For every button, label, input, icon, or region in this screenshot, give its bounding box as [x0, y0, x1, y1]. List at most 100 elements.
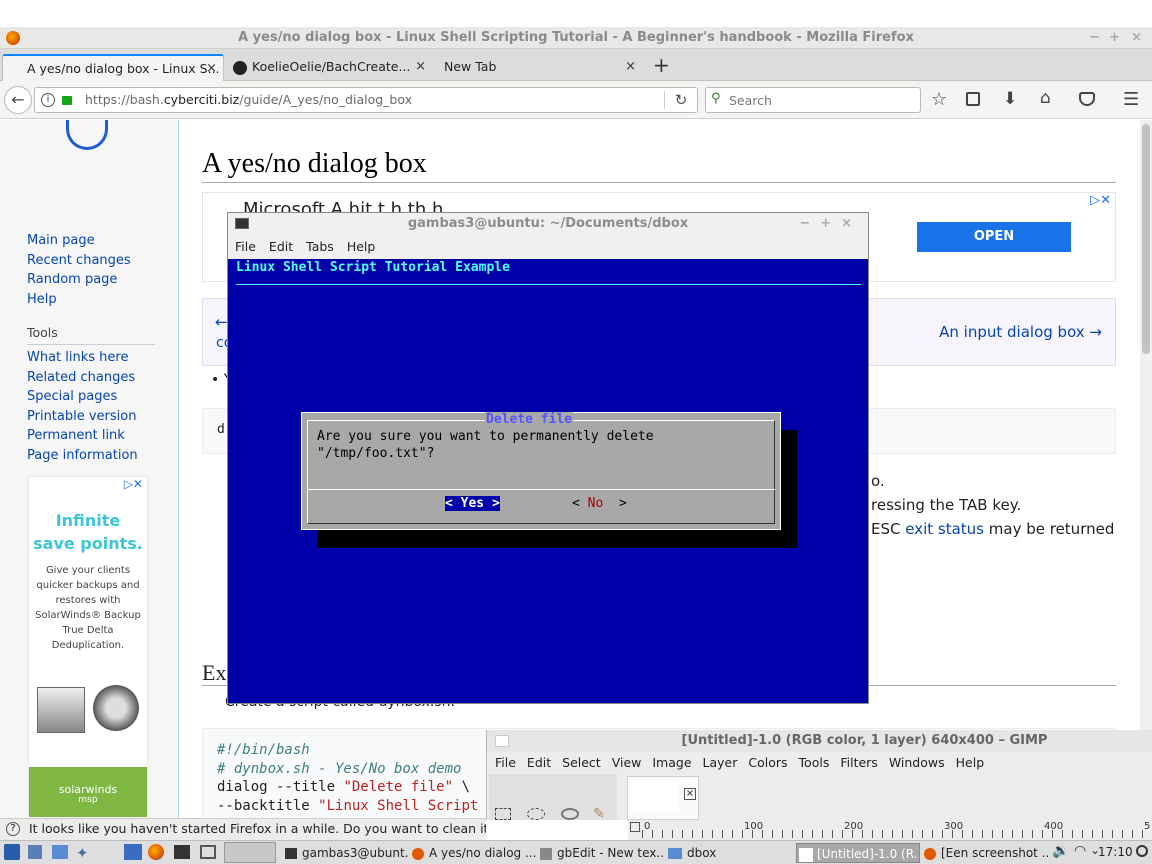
exit-status-link[interactable]: exit status	[905, 520, 984, 538]
search-box[interactable]: ⚲ Search	[705, 87, 921, 113]
sidebar-item-related-changes[interactable]: Related changes	[27, 368, 138, 388]
search-input[interactable]: Search	[729, 93, 772, 108]
taskbar-item-dbox[interactable]: dbox	[668, 843, 792, 863]
gimp-title-bar[interactable]: [Untitled]-1.0 (RGB color, 1 layer) 640x…	[487, 730, 1152, 752]
sidebar-item-special-pages[interactable]: Special pages	[27, 387, 138, 407]
lasso-tool-icon[interactable]	[561, 808, 579, 820]
terminal-menu-bar: File Edit Tabs Help	[228, 235, 868, 259]
volume-icon[interactable]: 🔉	[1052, 843, 1069, 859]
gimp-menu-edit[interactable]: Edit	[527, 755, 551, 770]
terminal-screen[interactable]: Linux Shell Script Tutorial Example Dele…	[228, 259, 868, 703]
download-icon[interactable]: ⬇	[1003, 89, 1017, 109]
tab-label: KoelieOelie/BachCreate...	[252, 59, 411, 74]
sidebar-item-recent-changes[interactable]: Recent changes	[27, 251, 131, 271]
network-icon[interactable]: ◠	[1074, 843, 1086, 859]
sidebar-item-page-information[interactable]: Page information	[27, 446, 138, 466]
file-manager-icon[interactable]	[52, 845, 68, 859]
gimp-menu-colors[interactable]: Colors	[748, 755, 787, 770]
show-desktop-icon[interactable]	[28, 845, 42, 859]
taskbar-item-firefox[interactable]: A yes/no dialog ...	[412, 843, 536, 863]
firefox-launcher-icon[interactable]	[148, 844, 164, 860]
gimp-menu-windows[interactable]: Windows	[889, 755, 945, 770]
tab-label: New Tab	[444, 59, 497, 74]
tab-active[interactable]: A yes/no dialog box - Linux S... ×	[2, 54, 224, 81]
dialog-message-line1: Are you sure you want to permanently del…	[317, 429, 654, 444]
terminal-icon	[235, 218, 249, 229]
site-logo[interactable]	[66, 120, 108, 150]
gimp-menu-filters[interactable]: Filters	[840, 755, 877, 770]
ad-choices-icon[interactable]: ▷✕	[1090, 193, 1111, 208]
fuzzy-select-tool-icon[interactable]: ✎	[593, 806, 605, 822]
hamburger-menu-icon[interactable]: ☰	[1123, 89, 1139, 110]
terminal-menu-file[interactable]: File	[235, 239, 256, 254]
close-window-button[interactable]: ×	[1131, 27, 1142, 49]
gimp-menu-file[interactable]: File	[495, 755, 516, 770]
sidebar-item-random-page[interactable]: Random page	[27, 270, 131, 290]
sidebar-item-permanent-link[interactable]: Permanent link	[27, 426, 138, 446]
power-icon[interactable]	[1136, 845, 1148, 857]
clock[interactable]: 17:10	[1098, 845, 1133, 859]
new-tab-button[interactable]: +	[653, 53, 670, 77]
page-scrollbar[interactable]	[1140, 120, 1152, 820]
pocket-icon[interactable]	[1079, 92, 1095, 106]
gimp-menu-layer[interactable]: Layer	[703, 755, 738, 770]
window-title: A yes/no dialog box - Linux Shell Script…	[238, 30, 914, 45]
gimp-menu-image[interactable]: Image	[652, 755, 691, 770]
image-tab[interactable]: ×	[627, 776, 699, 820]
info-icon[interactable]: i	[41, 93, 55, 107]
no-button[interactable]: < No >	[572, 496, 627, 511]
gimp-menu-view[interactable]: View	[612, 755, 642, 770]
gimp-window[interactable]: [Untitled]-1.0 (RGB color, 1 layer) 640x…	[486, 730, 1152, 822]
sidebar-item-printable-version[interactable]: Printable version	[27, 407, 138, 427]
taskbar-item-gbedit[interactable]: gbEdit - New tex...	[540, 843, 664, 863]
minimize-button[interactable]: −	[1089, 27, 1100, 49]
terminal-menu-help[interactable]: Help	[347, 239, 376, 254]
window-switcher-icon[interactable]	[200, 845, 216, 859]
gimp-menu-help[interactable]: Help	[956, 755, 985, 770]
terminal-menu-edit[interactable]: Edit	[269, 239, 293, 254]
side-advertisement[interactable]: ▷✕ Infinite save points. Give your clien…	[28, 476, 148, 817]
terminal-title-bar[interactable]: gambas3@ubuntu: ~/Documents/dbox −+×	[228, 213, 868, 235]
yes-button[interactable]: < Yes >	[445, 496, 500, 511]
terminal-controls[interactable]: −+×	[799, 213, 862, 235]
start-menu-icon[interactable]	[4, 844, 20, 860]
tab-github[interactable]: KoelieOelie/BachCreate... ×	[228, 54, 432, 81]
rect-select-tool-icon[interactable]	[495, 808, 511, 820]
terminal-launcher-icon[interactable]	[174, 845, 190, 859]
ad-brand-bar: solarwinds msp	[29, 767, 147, 817]
close-tab-icon[interactable]: ×	[625, 54, 636, 80]
scrollbar-thumb[interactable]	[1142, 124, 1150, 354]
reload-icon[interactable]: ↻	[673, 91, 689, 109]
tab-new-tab[interactable]: New Tab ×	[420, 54, 642, 81]
settings-icon[interactable]: ✦	[76, 844, 89, 862]
taskbar-item-screenshot[interactable]: [Een screenshot ...	[924, 843, 1048, 863]
sidebar-item-main-page[interactable]: Main page	[27, 231, 131, 251]
taskbar-item-gimp[interactable]: [Untitled]-1.0 (R...	[796, 843, 920, 863]
github-icon	[233, 61, 247, 75]
back-button-icon[interactable]: ←	[4, 86, 32, 114]
ellipse-select-tool-icon[interactable]	[527, 808, 545, 820]
ad-open-button[interactable]: OPEN	[917, 222, 1071, 252]
desktop-pager[interactable]	[224, 842, 276, 863]
backtitle-rule	[236, 284, 861, 285]
home-icon[interactable]: ⌂	[1040, 88, 1051, 108]
terminal-window[interactable]: gambas3@ubuntu: ~/Documents/dbox −+× Fil…	[227, 212, 869, 704]
close-tab-icon[interactable]: ×	[206, 56, 217, 81]
maximize-button[interactable]: +	[1109, 27, 1120, 49]
ad-vault-image	[93, 685, 139, 731]
terminal-menu-tabs[interactable]: Tabs	[306, 239, 334, 254]
close-image-icon[interactable]: ×	[684, 788, 696, 800]
bookmark-star-icon[interactable]: ☆	[931, 89, 947, 110]
gimp-menu-select[interactable]: Select	[562, 755, 601, 770]
screenshot-tool-icon[interactable]	[124, 844, 142, 860]
sidebar-tools: What links here Related changes Special …	[27, 348, 138, 465]
gimp-menu-tools[interactable]: Tools	[799, 755, 830, 770]
reading-list-icon[interactable]	[966, 92, 980, 106]
sidebar-item-what-links-here[interactable]: What links here	[27, 348, 138, 368]
sidebar-item-help[interactable]: Help	[27, 290, 131, 310]
ad-choices-icon[interactable]: ▷✕	[124, 477, 143, 491]
taskbar-item-terminal[interactable]: gambas3@ubunt...	[285, 843, 409, 863]
url-bar[interactable]: i https://bash.cyberciti.biz/guide/A_yes…	[34, 87, 698, 113]
next-page-link[interactable]: An input dialog box →	[939, 323, 1102, 341]
prev-page-arrow[interactable]: ←	[215, 313, 228, 331]
